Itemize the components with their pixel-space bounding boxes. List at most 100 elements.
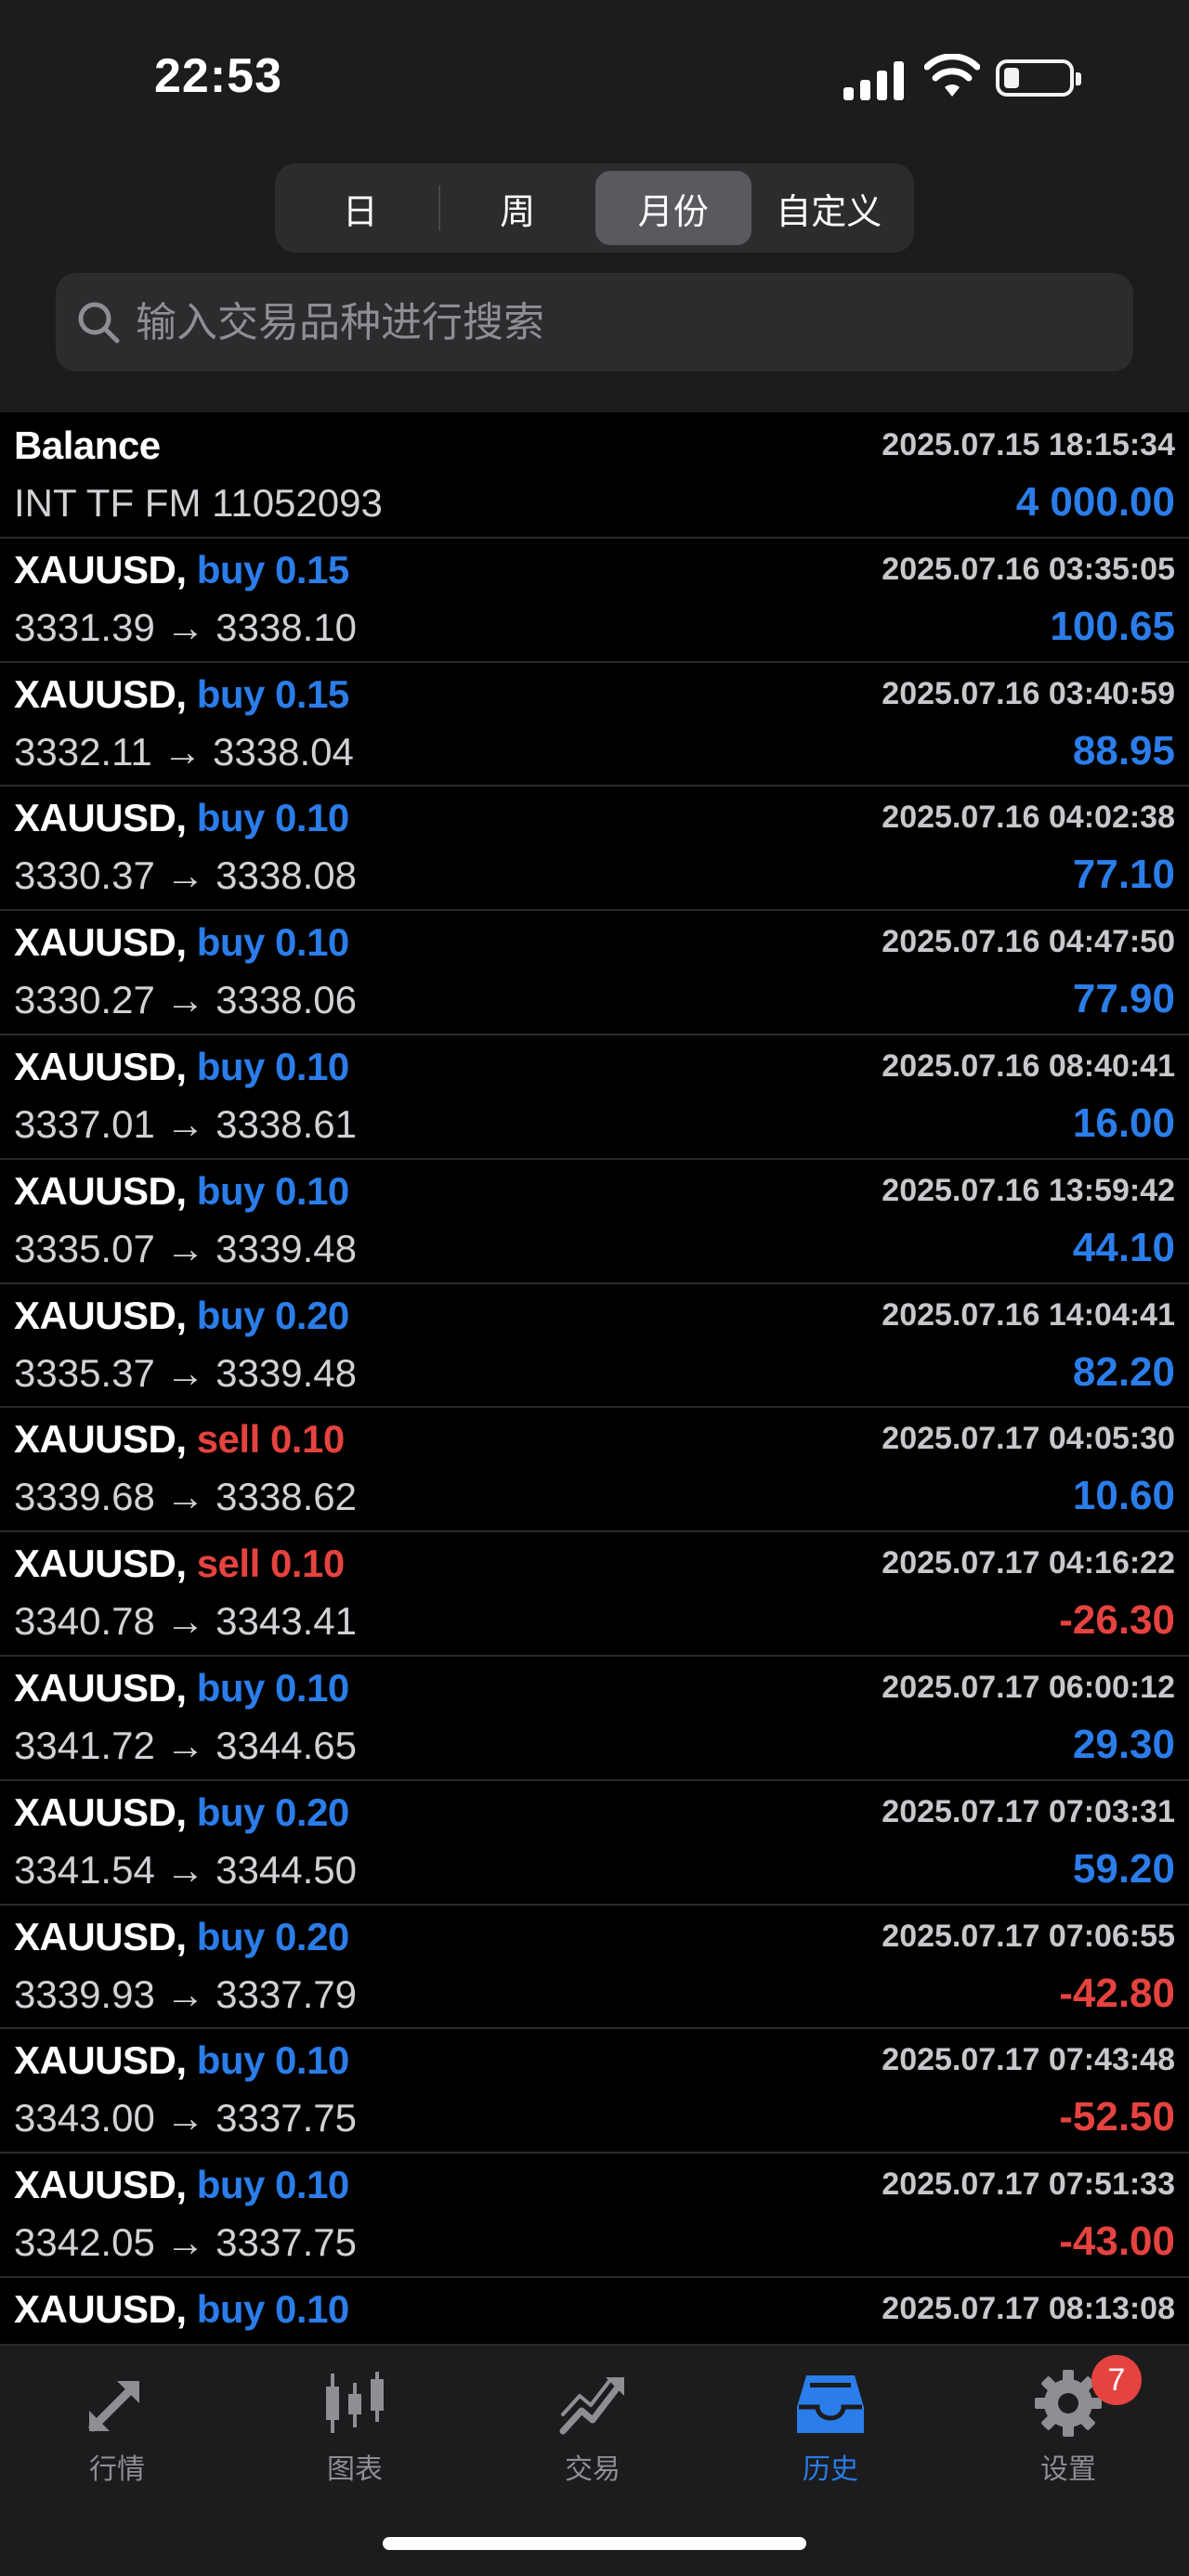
deal-side: buy 0.10 — [196, 1168, 350, 1213]
deal-profit: 10.60 — [1072, 1473, 1175, 1519]
segment-week[interactable]: 周 — [440, 171, 596, 245]
deal-side: buy 0.10 — [196, 2286, 350, 2331]
deal-time: 2025.07.17 04:16:22 — [882, 1545, 1175, 1581]
deal-symbol: XAUUSD, — [14, 1168, 187, 1213]
deal-title: XAUUSD, buy 0.10 — [14, 2287, 349, 2332]
deal-side: buy 0.10 — [196, 1044, 350, 1088]
segment-custom[interactable]: 自定义 — [751, 171, 908, 245]
deal-row[interactable]: XAUUSD, buy 0.15 2025.07.16 03:40:59 3332.… — [0, 663, 1189, 787]
deal-row[interactable]: XAUUSD, buy 0.10 2025.07.16 04:02:38 3330.… — [0, 787, 1189, 912]
deal-row[interactable]: XAUUSD, buy 0.20 2025.07.16 14:04:41 3335.… — [0, 1284, 1189, 1409]
deal-prices: 3339.93 → 3337.79 — [14, 1971, 357, 2016]
deal-profit: -52.50 — [1059, 2094, 1175, 2140]
deal-title: XAUUSD, buy 0.10 — [14, 1666, 349, 1711]
deal-time: 2025.07.16 03:40:59 — [882, 675, 1175, 711]
deal-title: XAUUSD, buy 0.20 — [14, 1294, 349, 1338]
cellular-signal-icon — [843, 59, 905, 100]
deal-profit: 77.10 — [1072, 852, 1175, 898]
deal-symbol: XAUUSD, — [14, 796, 187, 840]
deal-title: XAUUSD, buy 0.10 — [14, 1045, 349, 1089]
deal-symbol: XAUUSD, — [14, 1044, 187, 1088]
deal-side: buy 0.15 — [196, 671, 350, 716]
deal-prices: 3343.00 → 3337.75 — [14, 2096, 357, 2140]
tab-quotes[interactable]: 行情 — [33, 2366, 201, 2496]
deal-symbol: XAUUSD, — [14, 2038, 187, 2083]
deal-title: XAUUSD, buy 0.10 — [14, 2038, 349, 2083]
tab-history[interactable]: 历史 — [747, 2366, 914, 2496]
deal-profit: 44.10 — [1072, 1224, 1175, 1270]
wifi-icon — [924, 54, 980, 97]
deal-side: buy 0.10 — [196, 920, 350, 965]
deal-side: buy 0.15 — [196, 547, 350, 592]
deal-prices: 3340.78 → 3343.41 — [14, 1599, 357, 1644]
deal-title: XAUUSD, sell 0.10 — [14, 1542, 345, 1586]
period-segmented-control: 日 周 月份 自定义 — [275, 163, 914, 253]
deal-symbol: XAUUSD, — [14, 671, 187, 716]
tab-trade-label: 交易 — [565, 2453, 621, 2486]
deal-prices: 3330.37 → 3338.08 — [14, 853, 357, 898]
tab-trade[interactable]: 交易 — [509, 2366, 676, 2496]
deal-time: 2025.07.16 08:40:41 — [882, 1047, 1175, 1084]
deal-profit: -42.80 — [1059, 1970, 1175, 2016]
deal-profit: 82.20 — [1072, 1348, 1175, 1395]
tab-settings-label: 设置 — [1040, 2453, 1096, 2486]
deal-symbol: XAUUSD, — [14, 1417, 187, 1462]
segment-day[interactable]: 日 — [282, 171, 438, 245]
deal-prices: 3342.05 → 3337.75 — [14, 2220, 357, 2265]
deal-prices: 3341.72 → 3344.65 — [14, 1723, 357, 1767]
deal-symbol: XAUUSD, — [14, 1542, 187, 1586]
deal-prices: 3341.54 → 3344.50 — [14, 1847, 357, 1892]
home-indicator — [383, 2537, 806, 2550]
deal-time: 2025.07.17 04:05:30 — [882, 1421, 1175, 1457]
deal-symbol: XAUUSD, — [14, 2286, 187, 2331]
deal-time: 2025.07.16 04:02:38 — [882, 800, 1175, 836]
deal-side: sell 0.10 — [196, 1417, 345, 1462]
deal-title: XAUUSD, buy 0.15 — [14, 548, 349, 592]
deal-row[interactable]: XAUUSD, buy 0.10 2025.07.16 08:40:41 3337.… — [0, 1035, 1189, 1160]
deal-side: buy 0.20 — [196, 1293, 350, 1337]
deal-time: 2025.07.17 08:13:08 — [882, 2290, 1175, 2326]
deal-row[interactable]: XAUUSD, buy 0.15 2025.07.16 03:35:05 3331.… — [0, 539, 1189, 663]
deal-title: XAUUSD, sell 0.10 — [14, 1417, 345, 1462]
deal-title: XAUUSD, buy 0.10 — [14, 2163, 349, 2207]
search-bar[interactable] — [56, 273, 1133, 371]
deal-row[interactable]: XAUUSD, buy 0.10 2025.07.17 07:43:48 3343.… — [0, 2029, 1189, 2154]
deal-row[interactable]: XAUUSD, buy 0.20 2025.07.17 07:06:55 3339.… — [0, 1906, 1189, 2030]
deal-time: 2025.07.17 07:43:48 — [882, 2042, 1175, 2078]
deal-row[interactable]: XAUUSD, sell 0.10 2025.07.17 04:05:30 3339… — [0, 1408, 1189, 1533]
deal-title: XAUUSD, buy 0.20 — [14, 1915, 349, 1959]
deal-profit: 88.95 — [1072, 727, 1175, 774]
balance-time: 2025.07.15 18:15:34 — [882, 427, 1175, 462]
deal-prices: 3335.07 → 3339.48 — [14, 1226, 357, 1270]
deal-side: sell 0.10 — [196, 1542, 345, 1586]
deal-side: buy 0.10 — [196, 2163, 350, 2207]
deal-row[interactable]: XAUUSD, buy 0.10 2025.07.16 04:47:50 3330.… — [0, 911, 1189, 1035]
deal-profit: -43.00 — [1059, 2218, 1175, 2265]
deal-row[interactable]: XAUUSD, buy 0.10 2025.07.16 13:59:42 3335.… — [0, 1160, 1189, 1284]
balance-row[interactable]: Balance 2025.07.15 18:15:34 INT TF FM 11… — [0, 414, 1189, 539]
segment-month[interactable]: 月份 — [595, 171, 751, 245]
deal-time: 2025.07.17 07:06:55 — [882, 1918, 1175, 1954]
deal-profit: 16.00 — [1072, 1099, 1175, 1146]
search-input[interactable] — [134, 297, 1066, 347]
deal-time: 2025.07.16 03:35:05 — [882, 551, 1175, 587]
deal-side: buy 0.10 — [196, 2038, 350, 2083]
deal-profit: -26.30 — [1059, 1597, 1175, 1644]
tab-charts[interactable]: 图表 — [271, 2366, 438, 2496]
deal-row[interactable]: XAUUSD, buy 0.20 2025.07.17 07:03:31 3341.… — [0, 1781, 1189, 1906]
deal-symbol: XAUUSD, — [14, 2163, 187, 2207]
deal-title: XAUUSD, buy 0.20 — [14, 1790, 349, 1835]
deal-time: 2025.07.16 13:59:42 — [882, 1172, 1175, 1208]
deal-title: XAUUSD, buy 0.10 — [14, 920, 349, 965]
deal-prices: 3332.11 → 3338.04 — [14, 729, 354, 774]
deal-prices: 3335.37 → 3339.48 — [14, 1350, 357, 1395]
deal-symbol: XAUUSD, — [14, 547, 187, 592]
deal-row[interactable]: XAUUSD, buy 0.10 2025.07.17 07:51:33 3342.… — [0, 2153, 1189, 2278]
deal-row[interactable]: XAUUSD, sell 0.10 2025.07.17 04:16:22 3340… — [0, 1532, 1189, 1657]
deal-profit: 59.20 — [1072, 1845, 1175, 1892]
deal-symbol: XAUUSD, — [14, 1293, 187, 1337]
status-time: 22:53 — [154, 49, 282, 103]
deal-side: buy 0.20 — [196, 1914, 350, 1958]
deal-row[interactable]: XAUUSD, buy 0.10 2025.07.17 06:00:12 3341.… — [0, 1657, 1189, 1781]
trade-chart-icon — [559, 2377, 624, 2435]
